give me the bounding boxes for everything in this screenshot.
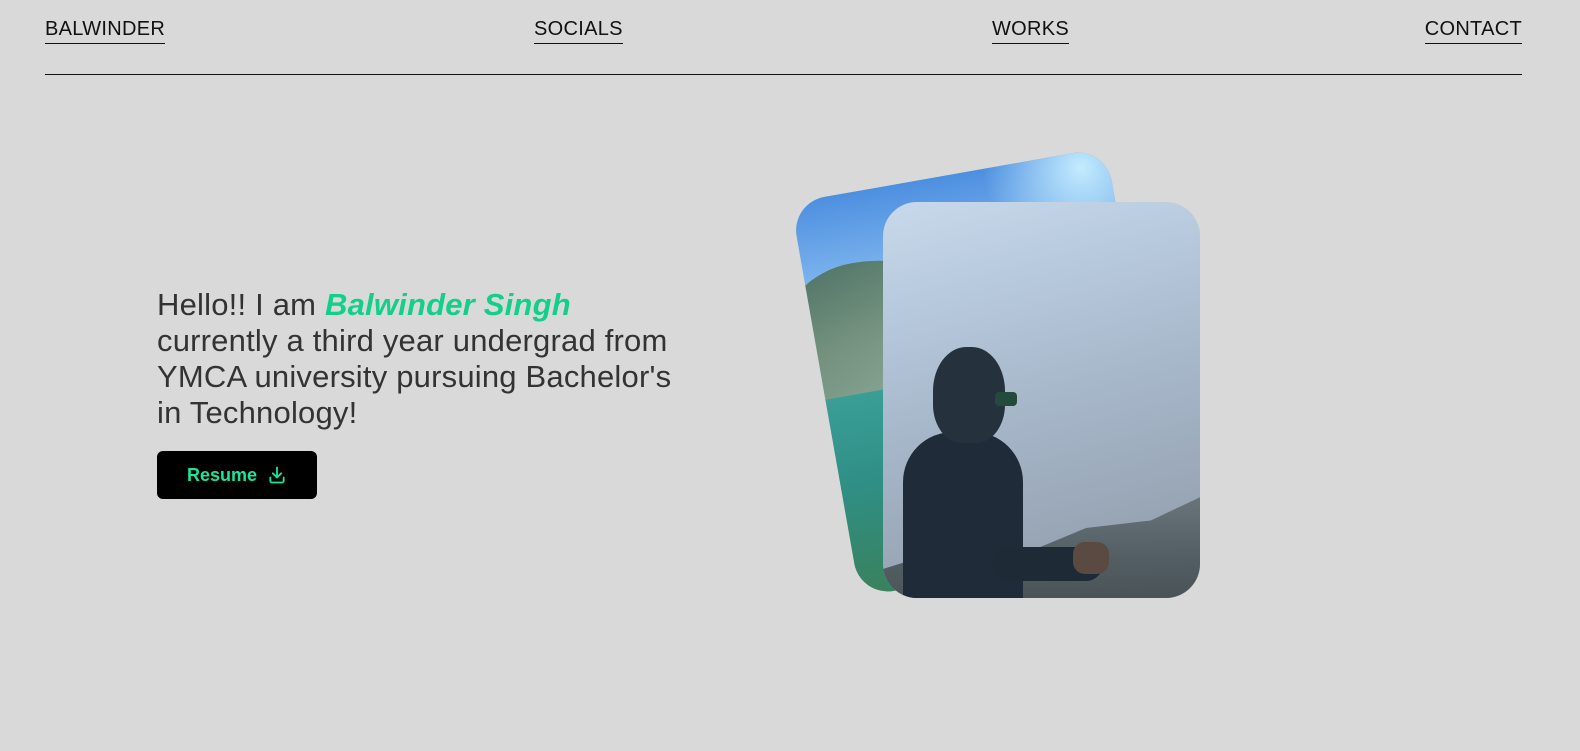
nav-contact-link[interactable]: CONTACT [1424, 16, 1522, 44]
nav-works-link[interactable]: WORKS [992, 16, 1070, 44]
hero-description: currently a third year undergrad from YM… [157, 323, 672, 430]
portfolio-page: BALWINDER SOCIALS WORKS CONTACT Hello!! … [0, 0, 1580, 751]
nav-divider [45, 74, 1522, 75]
hero-greeting: Hello!! I am [157, 287, 325, 322]
photo-person-hand [1073, 542, 1109, 574]
nav-brand-link[interactable]: BALWINDER [45, 16, 166, 44]
hero-name: Balwinder Singh [324, 287, 571, 322]
download-icon [267, 465, 287, 485]
nav-socials-link[interactable]: SOCIALS [534, 16, 623, 44]
profile-photo [883, 202, 1200, 598]
photo-sunglasses [995, 392, 1017, 406]
top-nav: BALWINDER SOCIALS WORKS CONTACT [45, 16, 1522, 46]
resume-label: Resume [186, 464, 258, 485]
hero-intro: Hello!! I am Balwinder Singh currently a … [157, 287, 677, 431]
resume-button[interactable]: Resume [157, 451, 317, 499]
hero-section: Hello!! I am Balwinder Singh currently a … [157, 287, 677, 499]
